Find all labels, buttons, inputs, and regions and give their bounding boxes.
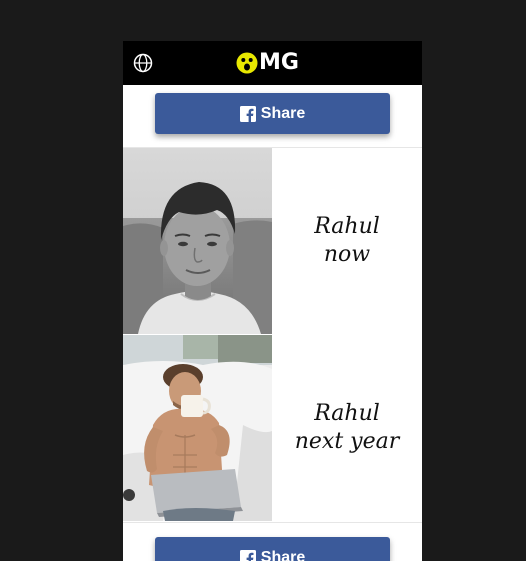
top-bar: MG — [123, 41, 422, 85]
caption-bottom: Rahul next year — [272, 335, 422, 521]
post-card: MG Share — [123, 41, 422, 561]
facebook-icon — [240, 550, 256, 561]
meme-panel-top: Rahul now — [123, 148, 422, 334]
globe-icon[interactable] — [133, 53, 153, 73]
surprised-face-icon — [236, 52, 258, 74]
caption-bottom-line1: Rahul — [314, 400, 380, 428]
caption-top-line2: now — [324, 241, 370, 269]
logo-text: MG — [259, 50, 299, 76]
caption-top-line1: Rahul — [314, 213, 380, 241]
caption-top: Rahul now — [272, 148, 422, 334]
photo-rahul-next-year — [123, 335, 272, 521]
caption-bottom-line2: next year — [295, 428, 400, 456]
share-button-top[interactable]: Share — [155, 93, 390, 134]
share-top-section: Share — [123, 85, 422, 148]
photo-rahul-now — [123, 148, 272, 334]
site-logo[interactable]: MG — [236, 50, 299, 76]
facebook-icon — [240, 106, 256, 122]
share-button-bottom[interactable]: Share — [155, 537, 390, 561]
share-bottom-section: Share — [123, 522, 422, 561]
share-button-label: Share — [261, 549, 305, 561]
share-button-label: Share — [261, 105, 305, 123]
meme-image: Rahul now — [123, 148, 422, 522]
meme-panel-bottom: Rahul next year — [123, 335, 422, 521]
